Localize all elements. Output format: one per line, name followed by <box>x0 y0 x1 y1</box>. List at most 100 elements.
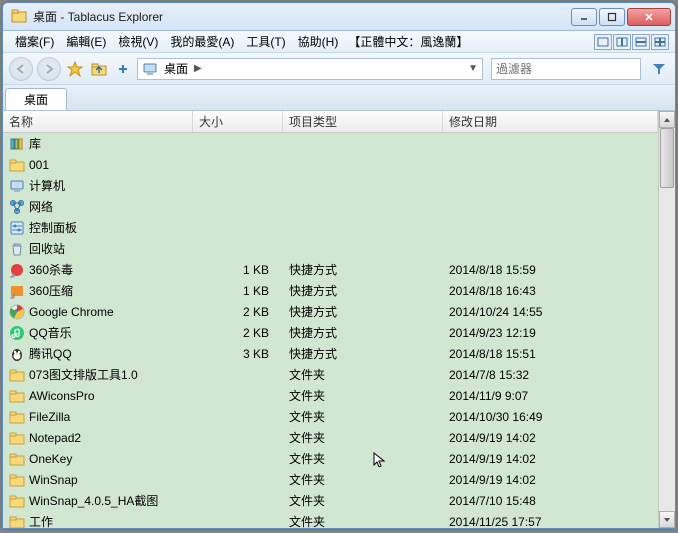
file-row[interactable]: 360杀毒1 KB快捷方式2014/8/18 15:59 <box>3 259 658 280</box>
column-date[interactable]: 修改日期 <box>443 111 658 132</box>
menu-tools[interactable]: 工具(T) <box>240 31 291 52</box>
minimize-button[interactable] <box>571 8 597 26</box>
chevron-right-icon[interactable]: ▶ <box>194 63 202 74</box>
layout-buttons <box>594 34 669 50</box>
tab-label: 桌面 <box>24 91 48 108</box>
file-name: 360杀毒 <box>29 261 73 278</box>
column-type[interactable]: 项目类型 <box>283 111 443 132</box>
cell-size: 1 KB <box>193 284 283 298</box>
app-window: 桌面 - Tablacus Explorer 檔案(F) 編輯(E) 檢視(V)… <box>2 2 676 529</box>
scroll-up-button[interactable] <box>659 111 675 128</box>
shortcut-red-icon <box>9 262 25 278</box>
file-row[interactable]: WinSnap 文件夹2014/9/19 14:02 <box>3 469 658 490</box>
cell-name: 腾讯QQ <box>3 345 193 362</box>
scroll-down-button[interactable] <box>659 511 675 528</box>
cell-type: 文件夹 <box>283 471 443 488</box>
chrome-icon <box>9 304 25 320</box>
cell-size: 2 KB <box>193 305 283 319</box>
cell-name: WinSnap <box>3 472 193 488</box>
layout-hsplit-button[interactable] <box>632 34 650 50</box>
maximize-button[interactable] <box>599 8 625 26</box>
file-name: 网络 <box>29 198 53 215</box>
scroll-thumb[interactable] <box>660 128 674 188</box>
folder-icon <box>9 388 25 404</box>
favorites-icon[interactable] <box>65 59 85 79</box>
cell-date: 2014/9/19 14:02 <box>443 452 658 466</box>
close-button[interactable] <box>627 8 671 26</box>
file-name: WinSnap_4.0.5_HA截图 <box>29 492 158 509</box>
forward-button[interactable] <box>37 57 61 81</box>
network-icon <box>9 199 25 215</box>
column-name[interactable]: 名称 <box>3 111 193 132</box>
recycle-icon <box>9 241 25 257</box>
column-headers: 名称 大小 项目类型 修改日期 <box>3 111 658 133</box>
cell-name: 001 <box>3 157 193 173</box>
music-icon <box>9 325 25 341</box>
layout-quad-button[interactable] <box>651 34 669 50</box>
file-row[interactable]: 计算机 <box>3 175 658 196</box>
menu-file[interactable]: 檔案(F) <box>9 31 60 52</box>
cell-type: 快捷方式 <box>283 345 443 362</box>
folder-icon <box>9 409 25 425</box>
cell-name: 库 <box>3 135 193 152</box>
qq-icon <box>9 346 25 362</box>
file-row[interactable]: 控制面板 <box>3 217 658 238</box>
file-name: WinSnap <box>29 473 78 487</box>
folder-icon <box>9 157 25 173</box>
computer-icon <box>142 61 158 77</box>
file-name: OneKey <box>29 452 72 466</box>
scroll-track[interactable] <box>659 128 675 511</box>
file-row[interactable]: 001 <box>3 154 658 175</box>
file-row[interactable]: 回收站 <box>3 238 658 259</box>
folder-icon <box>9 367 25 383</box>
menu-help[interactable]: 協助(H) <box>292 31 345 52</box>
layout-vsplit-button[interactable] <box>613 34 631 50</box>
file-row[interactable]: 073图文排版工具1.0文件夹2014/7/8 15:32 <box>3 364 658 385</box>
file-name: AWiconsPro <box>29 389 95 403</box>
layout-single-button[interactable] <box>594 34 612 50</box>
file-row[interactable]: 360压缩1 KB快捷方式2014/8/18 16:43 <box>3 280 658 301</box>
file-row[interactable]: WinSnap_4.0.5_HA截图文件夹2014/7/10 15:48 <box>3 490 658 511</box>
cell-date: 2014/10/24 14:55 <box>443 305 658 319</box>
file-row[interactable]: 网络 <box>3 196 658 217</box>
menu-view[interactable]: 檢視(V) <box>112 31 164 52</box>
cell-date: 2014/8/18 15:51 <box>443 347 658 361</box>
file-name: 073图文排版工具1.0 <box>29 366 138 383</box>
cell-date: 2014/9/19 14:02 <box>443 473 658 487</box>
filter-icon[interactable] <box>649 59 669 79</box>
file-row[interactable]: QQ音乐2 KB快捷方式2014/9/23 12:19 <box>3 322 658 343</box>
back-button[interactable] <box>9 57 33 81</box>
tab-desktop[interactable]: 桌面 <box>5 88 67 110</box>
titlebar[interactable]: 桌面 - Tablacus Explorer <box>3 3 675 31</box>
add-icon[interactable] <box>113 59 133 79</box>
menu-favorites[interactable]: 我的最愛(A) <box>164 31 240 52</box>
file-row[interactable]: 腾讯QQ3 KB快捷方式2014/8/18 15:51 <box>3 343 658 364</box>
file-row[interactable]: Google Chrome2 KB快捷方式2014/10/24 14:55 <box>3 301 658 322</box>
file-row[interactable]: FileZilla文件夹2014/10/30 16:49 <box>3 406 658 427</box>
file-row[interactable]: OneKey文件夹2014/9/19 14:02 <box>3 448 658 469</box>
filter-box[interactable] <box>491 58 641 80</box>
column-size[interactable]: 大小 <box>193 111 283 132</box>
computer-icon <box>9 178 25 194</box>
folder-icon <box>9 493 25 509</box>
filter-input[interactable] <box>496 62 636 76</box>
file-name: 库 <box>29 135 41 152</box>
app-icon <box>11 9 27 25</box>
file-name: QQ音乐 <box>29 324 72 341</box>
chevron-down-icon[interactable]: ▼ <box>468 63 478 74</box>
file-row[interactable]: AWiconsPro文件夹2014/11/9 9:07 <box>3 385 658 406</box>
folder-icon <box>9 514 25 529</box>
shortcut-orange-icon <box>9 283 25 299</box>
file-row[interactable]: 库 <box>3 133 658 154</box>
file-row[interactable]: 工作文件夹2014/11/25 17:57 <box>3 511 658 528</box>
cell-name: 控制面板 <box>3 219 193 236</box>
file-name: 001 <box>29 158 49 172</box>
breadcrumb[interactable]: 桌面 ▶ ▼ <box>137 58 483 80</box>
vertical-scrollbar[interactable] <box>658 111 675 528</box>
file-row[interactable]: Notepad2文件夹2014/9/19 14:02 <box>3 427 658 448</box>
up-folder-icon[interactable] <box>89 59 109 79</box>
breadcrumb-location[interactable]: 桌面 <box>162 60 190 77</box>
cell-type: 快捷方式 <box>283 324 443 341</box>
window-controls <box>571 8 671 26</box>
menu-edit[interactable]: 編輯(E) <box>60 31 112 52</box>
